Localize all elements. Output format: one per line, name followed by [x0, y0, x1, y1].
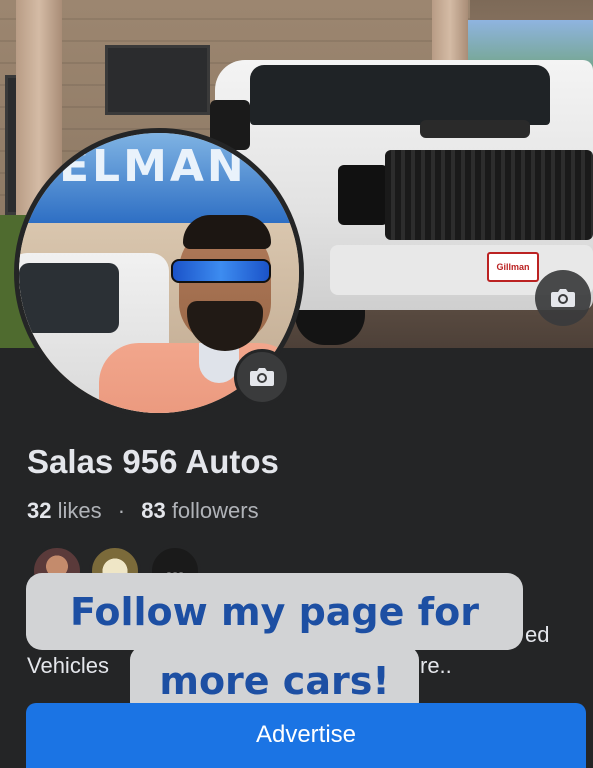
camera-icon: [250, 368, 274, 386]
camera-icon: [551, 289, 575, 307]
cover-window: [105, 45, 210, 115]
edit-cover-button[interactable]: [535, 270, 591, 326]
likes-count: 32: [27, 498, 52, 523]
edit-profile-picture-button[interactable]: [234, 349, 290, 405]
page-stats[interactable]: 32 likes · 83 followers: [27, 498, 259, 524]
truck-hood-scoop: [420, 120, 530, 138]
profile-hair: [183, 215, 271, 249]
truck-plate: Gillman: [487, 252, 539, 282]
page-description: Vehicles: [27, 653, 109, 678]
profile-sign-text: ELMAN: [59, 141, 247, 192]
truck-headlight: [338, 165, 388, 225]
followers-count: 83: [141, 498, 166, 523]
page-description-fragment: ed: [525, 622, 550, 647]
truck-grille: [385, 150, 593, 240]
likes-label: likes: [57, 498, 102, 523]
profile-truck-window: [19, 263, 119, 333]
followers-label: followers: [171, 498, 259, 523]
sticker-text-line1: Follow my page for: [26, 573, 523, 650]
stats-separator: ·: [117, 498, 126, 523]
advertise-button[interactable]: Advertise: [26, 703, 586, 768]
profile-sunglasses: [171, 259, 271, 283]
page-description-see-more[interactable]: re..: [420, 653, 452, 679]
page-title: Salas 956 Autos: [27, 443, 279, 480]
truck-windshield: [250, 65, 550, 125]
